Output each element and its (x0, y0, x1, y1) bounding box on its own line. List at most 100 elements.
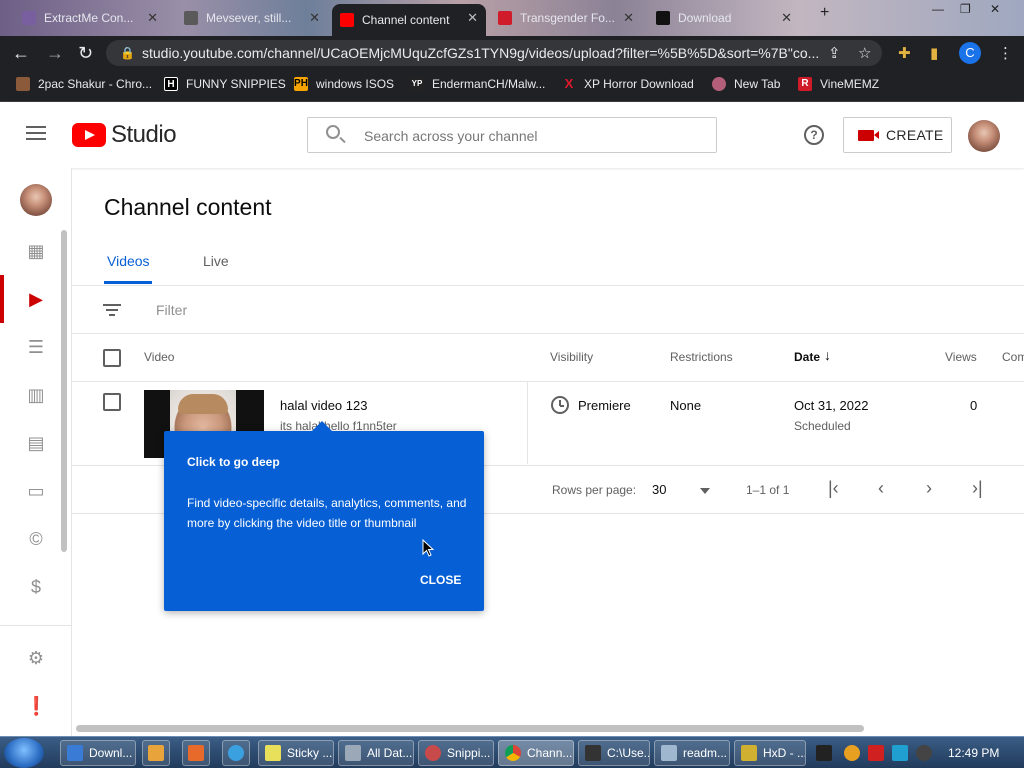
video-title[interactable]: halal video 123 (280, 398, 367, 413)
horizontal-scrollbar[interactable] (76, 725, 864, 732)
close-tab-icon[interactable]: ✕ (467, 10, 478, 26)
close-tab-icon[interactable]: ✕ (309, 10, 320, 26)
tab-favicon-icon (184, 11, 198, 25)
menu-icon[interactable] (26, 126, 46, 142)
browser-tab[interactable]: Transgender Fo... ✕ (490, 4, 642, 32)
maximize-icon[interactable]: ❐ (960, 2, 971, 16)
date-status: Scheduled (794, 419, 851, 433)
bookmark-item[interactable]: YP EndermanCH/Malw... (410, 77, 545, 91)
bookmarks-bar: 2pac Shakur - Chro... H FUNNY SNIPPIES P… (0, 70, 1024, 102)
column-header-comments[interactable]: Com (1002, 350, 1024, 364)
taskbar-item[interactable] (142, 740, 170, 766)
help-icon[interactable]: ? (804, 125, 824, 145)
close-tab-icon[interactable]: ✕ (147, 10, 158, 26)
bookmark-star-icon[interactable]: ☆ (858, 44, 871, 62)
new-tab-icon[interactable]: + (820, 4, 829, 22)
row-checkbox[interactable] (103, 393, 121, 411)
photo-icon (16, 77, 30, 91)
tray-flag-icon[interactable] (868, 745, 884, 761)
chrome-menu-icon[interactable]: ⋮ (998, 44, 1013, 62)
playlists-icon[interactable]: ☰ (25, 336, 47, 358)
taskbar-item[interactable]: Chann... (498, 740, 574, 766)
taskbar-clock[interactable]: 12:49 PM (948, 746, 999, 760)
youtube-favicon-icon (340, 13, 354, 27)
address-bar[interactable]: 🔒 studio.youtube.com/channel/UCaOEMjcMUq… (106, 40, 882, 66)
taskbar-item[interactable]: Downl... (60, 740, 136, 766)
tray-app-icon[interactable] (816, 745, 832, 761)
filter-input[interactable] (156, 300, 656, 320)
previous-page-icon[interactable]: ‹ (878, 478, 884, 499)
share-icon[interactable]: ⇪ (828, 44, 841, 62)
browser-tab[interactable]: ExtractMe Con... ✕ (14, 4, 166, 32)
bookmark-item[interactable]: R VineMEMZ (798, 77, 879, 91)
subtitles-icon[interactable]: ▭ (25, 480, 47, 502)
tray-volume-icon[interactable] (916, 745, 932, 761)
sidebar-scrollbar[interactable] (61, 230, 67, 552)
start-button[interactable] (4, 738, 44, 768)
bookmark-item[interactable]: PH windows ISOS (294, 77, 394, 91)
taskbar-item[interactable]: HxD - ... (734, 740, 806, 766)
settings-icon[interactable]: ⚙ (25, 647, 47, 669)
earn-icon[interactable]: $ (25, 576, 47, 598)
close-tab-icon[interactable]: ✕ (623, 10, 634, 26)
bookmark-item[interactable]: H FUNNY SNIPPIES (164, 77, 286, 91)
taskbar-item[interactable]: C:\Use... (578, 740, 650, 766)
copyright-icon[interactable]: © (25, 528, 47, 550)
first-page-icon[interactable]: |‹ (828, 478, 839, 499)
column-header-restrictions[interactable]: Restrictions (670, 350, 733, 364)
column-header-date[interactable]: Date (794, 350, 820, 364)
tooltip-close-button[interactable]: CLOSE (420, 573, 461, 587)
visibility-value[interactable]: Premiere (578, 398, 631, 413)
feedback-icon[interactable]: ❗ (25, 695, 47, 717)
tab-videos[interactable]: Videos (107, 253, 150, 269)
taskbar-item[interactable] (182, 740, 210, 766)
last-page-icon[interactable]: ›| (972, 478, 983, 499)
windows-taskbar: Downl... Sticky ... All Dat... Snippi...… (0, 736, 1024, 768)
analytics-icon[interactable]: ▥ (25, 384, 47, 406)
minimize-icon[interactable]: — (932, 2, 944, 16)
studio-logo-text[interactable]: Studio (111, 121, 177, 149)
taskbar-item[interactable]: readm... (654, 740, 730, 766)
sort-down-arrow-icon[interactable]: ↓ (824, 347, 831, 363)
next-page-icon[interactable]: › (926, 478, 932, 499)
tray-network-icon[interactable] (892, 745, 908, 761)
dashboard-icon[interactable]: ▦ (25, 240, 47, 262)
back-icon[interactable]: ← (12, 43, 30, 63)
taskbar-item[interactable]: Sticky ... (258, 740, 334, 766)
side-panel-icon[interactable]: ▮ (930, 44, 938, 62)
sidebar-divider (0, 625, 71, 626)
browser-tab[interactable]: Mevsever, still... ✕ (176, 4, 328, 32)
browser-tab[interactable]: Download ✕ (648, 4, 800, 32)
account-avatar[interactable] (968, 120, 1000, 152)
bookmark-item[interactable]: 2pac Shakur - Chro... (16, 77, 152, 91)
close-window-icon[interactable]: ✕ (990, 2, 1000, 16)
comments-icon[interactable]: ▤ (25, 432, 47, 454)
browser-tab-active[interactable]: Channel content ✕ (332, 4, 486, 36)
media-player-icon (148, 745, 164, 761)
channel-avatar[interactable] (20, 184, 52, 216)
reload-icon[interactable]: ↻ (78, 43, 93, 63)
forward-icon[interactable]: → (46, 43, 64, 63)
close-tab-icon[interactable]: ✕ (781, 10, 792, 26)
browser-profile-avatar[interactable]: C (959, 42, 981, 64)
bookmark-item[interactable]: New Tab (712, 77, 780, 91)
tray-search-icon[interactable] (844, 745, 860, 761)
extensions-icon[interactable]: ✚ (898, 44, 911, 62)
column-header-video: Video (144, 350, 175, 364)
search-input[interactable] (364, 126, 704, 146)
chevron-down-icon[interactable] (700, 488, 710, 494)
column-header-visibility[interactable]: Visibility (550, 350, 593, 364)
select-all-checkbox[interactable] (103, 349, 121, 367)
filter-icon[interactable] (103, 304, 121, 316)
youtube-logo-icon[interactable] (72, 123, 106, 147)
bookmark-item[interactable]: X XP Horror Download (562, 77, 694, 92)
rows-per-page-select[interactable]: 30 (652, 482, 666, 497)
create-button[interactable]: CREATE (843, 117, 952, 153)
taskbar-item[interactable]: Snippi... (418, 740, 494, 766)
column-header-views[interactable]: Views (945, 350, 977, 364)
taskbar-item[interactable]: All Dat... (338, 740, 414, 766)
search-box[interactable] (307, 117, 717, 153)
tab-live[interactable]: Live (203, 253, 229, 269)
content-icon[interactable]: ▶ (25, 288, 47, 310)
taskbar-item[interactable] (222, 740, 250, 766)
